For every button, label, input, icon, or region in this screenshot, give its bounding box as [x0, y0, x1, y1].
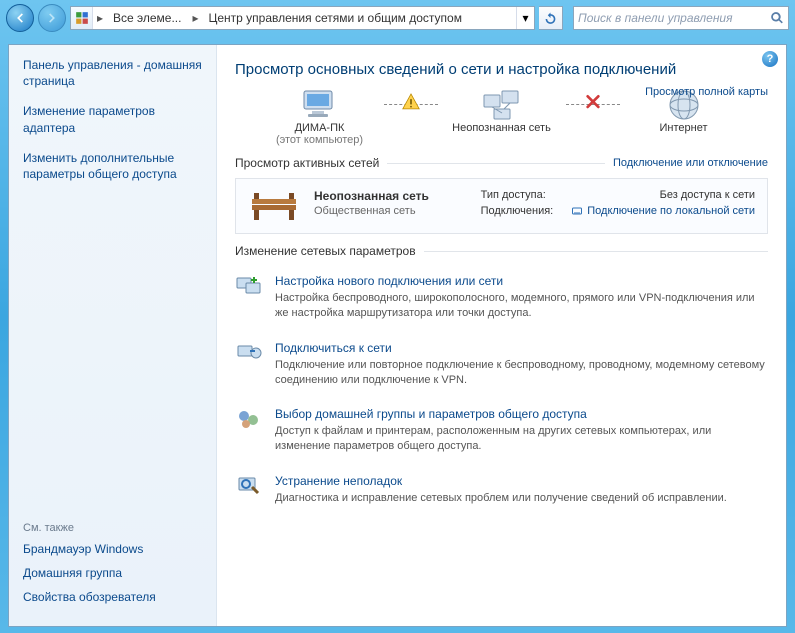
see-also-header: См. также [23, 522, 202, 534]
change-settings-header: Изменение сетевых параметров [235, 244, 768, 258]
network-type: Общественная сеть [314, 205, 429, 217]
sidebar-item-adapter[interactable]: Изменение параметров адаптера [23, 103, 202, 135]
map-node-unknown-network[interactable]: Неопознанная сеть [442, 88, 562, 134]
setting-desc: Доступ к файлам и принтерам, расположенн… [275, 424, 768, 454]
back-button[interactable] [6, 4, 34, 32]
chevron-right-icon: ▸ [188, 7, 202, 29]
setting-title-link[interactable]: Выбор домашней группы и параметров общег… [275, 407, 768, 421]
node-label: ДИМА-ПК [295, 122, 345, 134]
sidebar: Панель управления - домашняя страница Из… [9, 45, 217, 626]
connect-network-icon [235, 341, 263, 365]
crumb-all-items[interactable]: Все элеме... [107, 7, 188, 29]
setting-title-link[interactable]: Устранение неполадок [275, 474, 727, 488]
section-label: Просмотр активных сетей [235, 156, 379, 170]
active-network-info[interactable]: Неопознанная сеть Общественная сеть [314, 189, 429, 217]
settings-list: Настройка нового подключения или сети На… [235, 266, 768, 518]
network-map: Просмотр полной карты ДИМА-ПК (этот комп… [235, 88, 768, 146]
homegroup-icon [235, 407, 263, 431]
setting-troubleshoot: Устранение неполадок Диагностика и испра… [235, 466, 768, 518]
crumb-network-center[interactable]: Центр управления сетями и общим доступом [202, 7, 469, 29]
setting-new-connection: Настройка нового подключения или сети На… [235, 266, 768, 333]
window-client: Панель управления - домашняя страница Из… [8, 44, 787, 627]
setting-desc: Настройка беспроводного, широкополосного… [275, 291, 768, 321]
section-label: Изменение сетевых параметров [235, 244, 416, 258]
control-panel-icon [71, 7, 93, 29]
see-also-firewall[interactable]: Брандмауэр Windows [23, 542, 202, 556]
setting-desc: Подключение или повторное подключение к … [275, 358, 768, 388]
active-network-box: Неопознанная сеть Общественная сеть Тип … [235, 178, 768, 234]
arrow-left-icon [13, 11, 27, 25]
refresh-button[interactable] [539, 6, 563, 30]
help-button[interactable]: ? [762, 51, 778, 67]
connection-link[interactable]: Подключение по локальной сети [571, 205, 755, 217]
page-title: Просмотр основных сведений о сети и наст… [235, 61, 768, 78]
new-connection-icon [235, 274, 263, 298]
node-label: Неопознанная сеть [452, 122, 551, 134]
setting-title-link[interactable]: Настройка нового подключения или сети [275, 274, 768, 288]
content-pane: ? Просмотр основных сведений о сети и на… [217, 45, 786, 626]
refresh-icon [544, 12, 557, 25]
breadcrumb-dropdown[interactable]: ▾ [516, 7, 534, 29]
bench-icon [248, 189, 300, 223]
view-full-map-link[interactable]: Просмотр полной карты [645, 86, 768, 98]
active-network-props: Тип доступа: Без доступа к сети Подключе… [481, 189, 755, 220]
arrow-right-icon [45, 11, 59, 25]
sidebar-home-link[interactable]: Панель управления - домашняя страница [23, 57, 202, 89]
setting-connect-network: Подключиться к сети Подключение или повт… [235, 333, 768, 400]
prop-connection-label: Подключения: [481, 205, 554, 217]
chevron-right-icon: ▸ [93, 7, 107, 29]
setting-homegroup: Выбор домашней группы и параметров общег… [235, 399, 768, 466]
connect-disconnect-link[interactable]: Подключение или отключение [613, 157, 768, 169]
active-networks-header: Просмотр активных сетей Подключение или … [235, 156, 768, 170]
warning-icon [402, 92, 420, 113]
nav-bar: ▸ Все элеме... ▸ Центр управления сетями… [0, 0, 795, 36]
breadcrumb[interactable]: ▸ Все элеме... ▸ Центр управления сетями… [70, 6, 535, 30]
prop-access-label: Тип доступа: [481, 189, 554, 201]
node-label: Интернет [660, 122, 708, 134]
setting-desc: Диагностика и исправление сетевых пробле… [275, 491, 727, 506]
setting-title-link[interactable]: Подключиться к сети [275, 341, 768, 355]
see-also-internet-options[interactable]: Свойства обозревателя [23, 590, 202, 604]
error-x-icon [585, 93, 601, 112]
map-node-this-pc[interactable]: ДИМА-ПК (этот компьютер) [260, 88, 380, 146]
search-input[interactable]: Поиск в панели управления [573, 6, 789, 30]
node-sublabel: (этот компьютер) [276, 134, 363, 146]
map-connector-error [566, 104, 620, 105]
troubleshoot-icon [235, 474, 263, 498]
see-also-homegroup[interactable]: Домашняя группа [23, 566, 202, 580]
network-icon [481, 88, 523, 122]
forward-button[interactable] [38, 4, 66, 32]
connection-link-label: Подключение по локальной сети [587, 205, 755, 217]
prop-access-value: Без доступа к сети [571, 189, 755, 201]
map-connector-warning [384, 104, 438, 105]
search-icon [770, 11, 784, 25]
search-placeholder: Поиск в панели управления [578, 11, 733, 25]
computer-icon [299, 88, 341, 122]
sidebar-item-sharing[interactable]: Изменить дополнительные параметры общего… [23, 150, 202, 182]
network-name: Неопознанная сеть [314, 189, 429, 203]
ethernet-icon [571, 205, 583, 217]
